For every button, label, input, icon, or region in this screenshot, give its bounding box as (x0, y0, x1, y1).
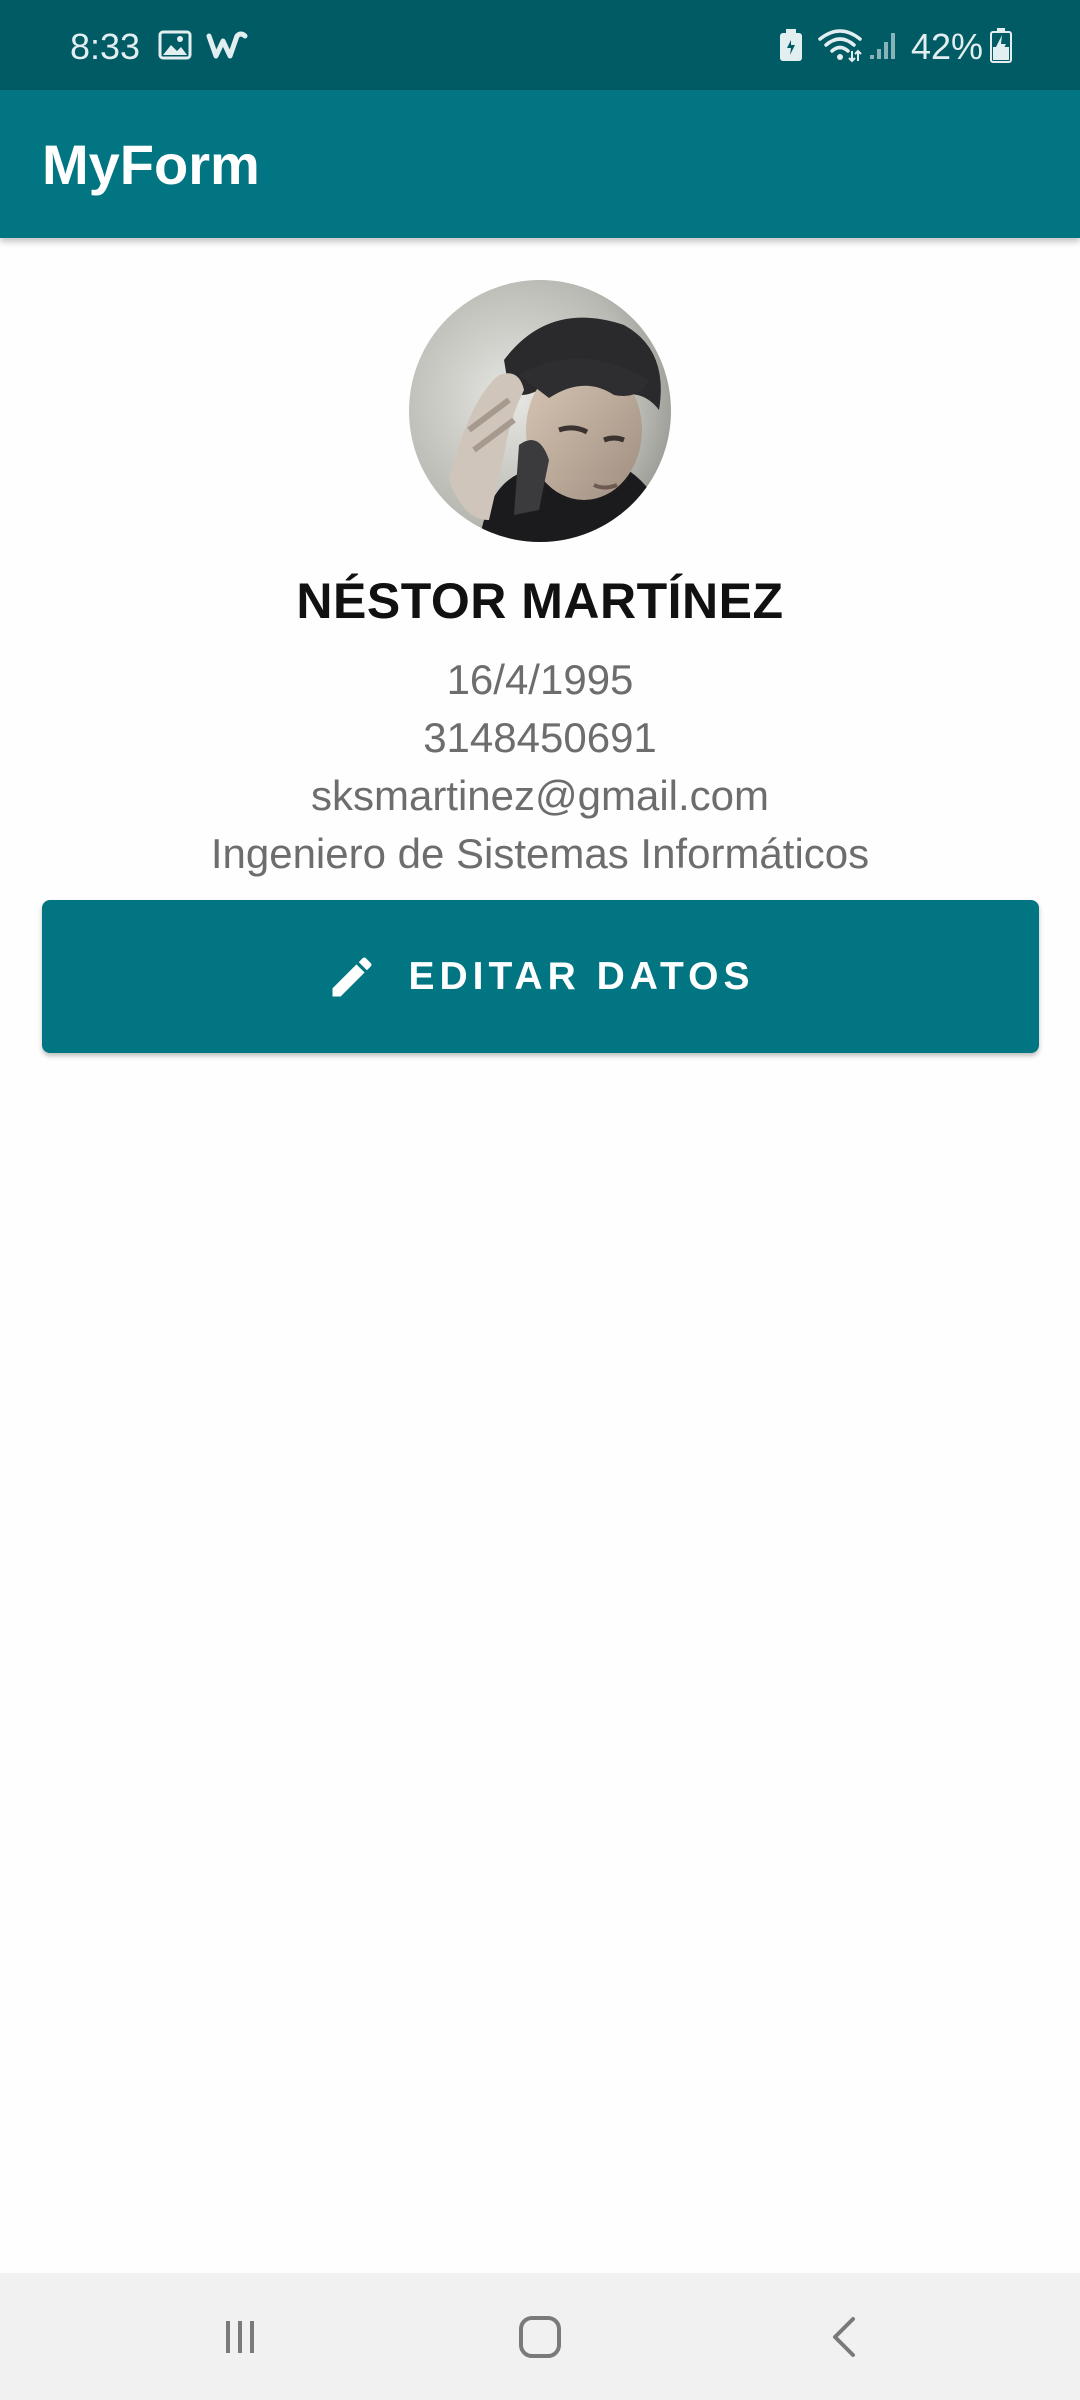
wattpad-icon (206, 0, 248, 90)
wifi-icon (818, 0, 862, 90)
profile-email: sksmartinez@gmail.com (310, 772, 770, 819)
screen: 8:33 42% MyForm NÉSTOR MARTÍNEZ 16/4/199… (0, 0, 1080, 2400)
battery-saver-icon (778, 0, 804, 90)
navigation-bar (0, 2273, 1080, 2400)
app-bar: MyForm (0, 90, 1080, 238)
home-icon[interactable] (460, 2273, 620, 2400)
status-time: 8:33 (70, 26, 141, 67)
profile-profession: Ingeniero de Sistemas Informáticos (210, 830, 870, 877)
edit-button-label: EDITAR DATOS (408, 954, 755, 998)
edit-data-button[interactable]: EDITAR DATOS (42, 900, 1039, 1053)
profile-phone: 3148450691 (423, 714, 657, 761)
back-icon[interactable] (764, 2273, 924, 2400)
gallery-icon (158, 0, 192, 90)
profile-name: NÉSTOR MARTÍNEZ (296, 573, 784, 629)
pencil-icon (326, 951, 378, 1003)
app-title: MyForm (42, 133, 260, 196)
status-bar: 8:33 42% (0, 0, 1080, 90)
recent-apps-icon[interactable] (160, 2273, 320, 2400)
profile-birthdate: 16/4/1995 (446, 656, 634, 703)
signal-icon (868, 0, 900, 90)
profile-avatar (409, 280, 671, 542)
battery-percent: 42% (911, 26, 984, 67)
battery-charging-icon (990, 0, 1012, 90)
